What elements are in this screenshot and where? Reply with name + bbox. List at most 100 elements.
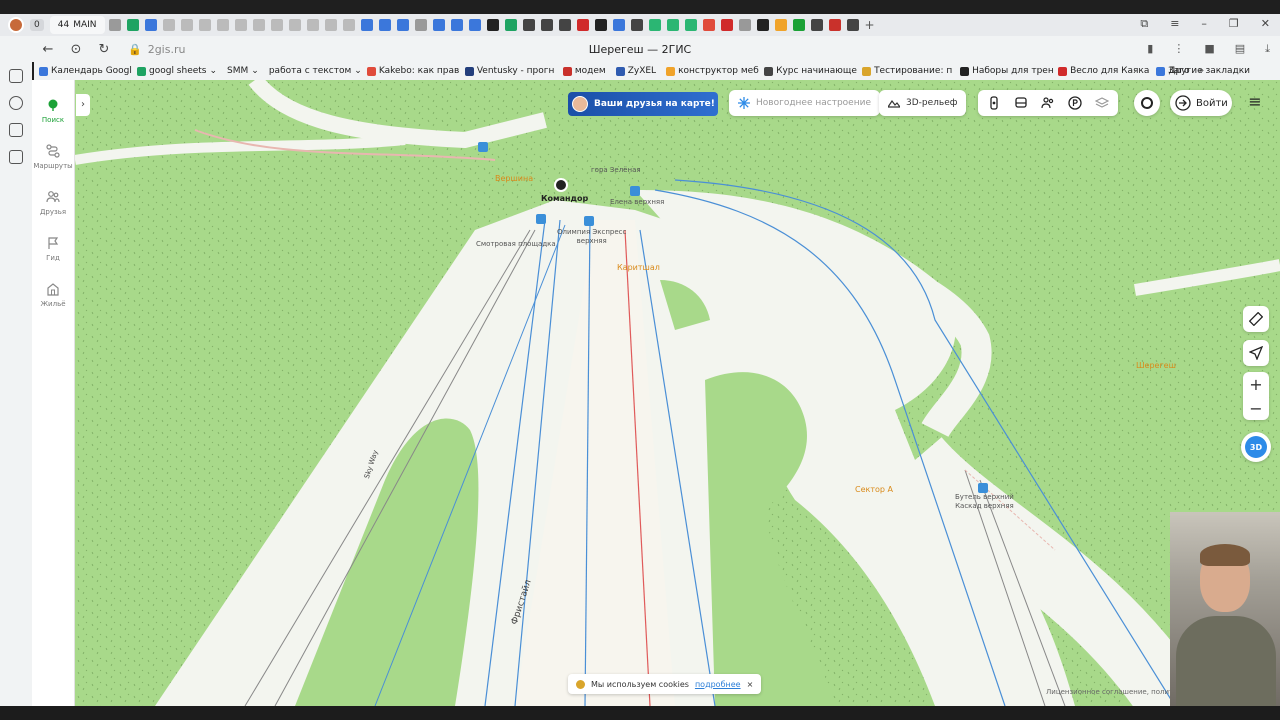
pinned-tab-icon[interactable] — [720, 19, 733, 31]
reload-icon[interactable]: ↻ — [90, 42, 118, 57]
zoom-out-button[interactable]: − — [1249, 399, 1262, 418]
map-label-karitshal[interactable]: Каритшал — [617, 263, 660, 272]
bookmark-item[interactable]: googl sheets ⌄ — [132, 66, 222, 76]
pinned-tab-icon[interactable] — [414, 19, 427, 31]
pinned-tab-icon[interactable] — [126, 19, 139, 31]
pinned-tab-icon[interactable] — [612, 19, 625, 31]
pinned-tab-icon[interactable] — [450, 19, 463, 31]
bookmark-item[interactable]: Весло для Каяка — [1053, 66, 1151, 76]
cookies-close-button[interactable]: × — [747, 680, 754, 689]
login-button[interactable]: Войти — [1170, 90, 1232, 116]
bus-icon[interactable] — [1014, 96, 1028, 110]
friends-promo-banner[interactable]: Ваши друзья на карте! — [568, 92, 718, 116]
lift-marker-icon[interactable] — [478, 142, 488, 152]
download-icon[interactable]: ⤓ — [1265, 42, 1270, 56]
map-label-smotrovaya[interactable]: Смотровая площадка — [476, 240, 556, 249]
layers-icon[interactable] — [1095, 96, 1109, 110]
menu-icon[interactable]: ≡ — [1170, 17, 1179, 31]
pinned-tab-icon[interactable] — [396, 19, 409, 31]
pinned-tab-icon[interactable] — [306, 19, 319, 31]
pinned-tab-icon[interactable] — [216, 19, 229, 31]
my-location-button[interactable] — [1243, 340, 1269, 366]
sidebar-item-housing[interactable]: Жильё — [41, 282, 66, 308]
map-label-butel[interactable]: Бутель верхний Каскад верхняя — [955, 493, 1014, 511]
url-field[interactable]: 🔒 2gis.ru — [128, 43, 185, 56]
other-bookmarks[interactable]: Другие закладки — [1168, 66, 1250, 76]
map-label-gora-zelenaya[interactable]: гора Зелёная — [591, 166, 641, 175]
komandor-pin-icon[interactable] — [554, 178, 568, 192]
workspace-tab[interactable]: 44 MAIN — [49, 16, 105, 34]
pinned-tab-icon[interactable] — [756, 19, 769, 31]
map-label-komandor[interactable]: Командор — [541, 194, 588, 203]
pinned-tab-icon[interactable] — [252, 19, 265, 31]
new-tab-icon[interactable]: + — [865, 18, 875, 32]
pinned-tab-icon[interactable] — [486, 19, 499, 31]
pinned-tab-icon[interactable] — [738, 19, 751, 31]
pinned-tab-icon[interactable] — [324, 19, 337, 31]
pinned-tab-icon[interactable] — [774, 19, 787, 31]
extension-icon[interactable]: ■ — [1204, 42, 1214, 56]
pinned-tab-icon[interactable] — [810, 19, 823, 31]
pinned-tab-icon[interactable] — [378, 19, 391, 31]
sidebar-icon[interactable]: ▤ — [1235, 42, 1245, 56]
sidebar-item-guide[interactable]: Гид — [46, 236, 60, 262]
map-label-sektor-a[interactable]: Сектор А — [855, 485, 893, 494]
traffic-light-icon[interactable] — [987, 96, 1001, 110]
more-icon[interactable]: ⋮ — [1173, 42, 1184, 56]
tab-counter[interactable]: 0 — [30, 19, 44, 31]
bookmark-icon[interactable]: ▮ — [1147, 42, 1153, 56]
pinned-tab-icon[interactable] — [630, 19, 643, 31]
lift-marker-icon[interactable] — [630, 186, 640, 196]
bookmark-item[interactable]: работа с текстом ⌄ — [264, 66, 362, 76]
bookmark-item[interactable]: Тестирование: п — [857, 66, 955, 76]
map-label-vershina[interactable]: Вершина — [495, 174, 533, 183]
parking-icon[interactable] — [1068, 96, 1082, 110]
pinned-tab-icon[interactable] — [108, 19, 121, 31]
pinned-tab-icon[interactable] — [648, 19, 661, 31]
pinned-tab-icon[interactable] — [504, 19, 517, 31]
tab-search-icon[interactable]: ⧉ — [1140, 17, 1148, 31]
lift-marker-icon[interactable] — [536, 214, 546, 224]
collections-icon[interactable] — [9, 69, 23, 83]
pinned-tab-icon[interactable] — [828, 19, 841, 31]
pinned-tab-icon[interactable] — [432, 19, 445, 31]
lift-marker-icon[interactable] — [978, 483, 988, 493]
restore-icon[interactable]: ❐ — [1229, 17, 1239, 31]
pinned-tab-icon[interactable] — [666, 19, 679, 31]
pinned-tab-icon[interactable] — [522, 19, 535, 31]
hamburger-menu-icon[interactable]: ≡ — [1244, 92, 1266, 114]
expand-panel-button[interactable]: › — [76, 94, 90, 116]
lottery-button[interactable] — [1134, 90, 1160, 116]
pinned-tab-icon[interactable] — [540, 19, 553, 31]
pinned-tab-icon[interactable] — [342, 19, 355, 31]
pinned-tab-icon[interactable] — [234, 19, 247, 31]
map-label-sheregesh[interactable]: Шерегеш — [1136, 361, 1176, 370]
play-icon[interactable] — [9, 96, 23, 110]
bookmark-item[interactable]: Ventusky - прогн — [460, 66, 558, 76]
pinned-tab-icon[interactable] — [594, 19, 607, 31]
ruler-button[interactable] — [1243, 306, 1269, 332]
bookmark-item[interactable]: Календарь Googl — [34, 66, 132, 76]
pinned-tab-icon[interactable] — [270, 19, 283, 31]
map-canvas[interactable]: Вершина гора Зелёная Командор Елена верх… — [75, 80, 1280, 706]
pinned-tab-icon[interactable] — [792, 19, 805, 31]
bookmark-item[interactable]: Курс начинающе — [759, 66, 857, 76]
pinned-tab-icon[interactable] — [684, 19, 697, 31]
yandex-icon[interactable]: ⊙ — [62, 42, 90, 57]
close-icon[interactable]: ✕ — [1261, 17, 1270, 31]
pinned-tab-icon[interactable] — [288, 19, 301, 31]
pinned-tab-icon[interactable] — [468, 19, 481, 31]
pinned-tab-icon[interactable] — [702, 19, 715, 31]
new-year-mode-button[interactable]: Новогоднее настроение — [729, 90, 880, 116]
counter-icon[interactable] — [9, 123, 23, 137]
sidebar-item-friends[interactable]: Друзья — [40, 190, 66, 216]
lift-marker-icon[interactable] — [584, 216, 594, 226]
bookmark-item[interactable]: SMM ⌄ — [222, 66, 264, 76]
bookmark-item[interactable]: модем — [558, 66, 611, 76]
bookmark-item[interactable]: Наборы для трен — [955, 66, 1053, 76]
pinned-tab-icon[interactable] — [162, 19, 175, 31]
cookies-more-link[interactable]: подробнее — [695, 680, 741, 689]
sidebar-item-routes[interactable]: Маршруты — [33, 144, 73, 170]
relief-3d-button[interactable]: 3D-рельеф — [879, 90, 967, 116]
back-icon[interactable]: ← — [34, 42, 62, 57]
